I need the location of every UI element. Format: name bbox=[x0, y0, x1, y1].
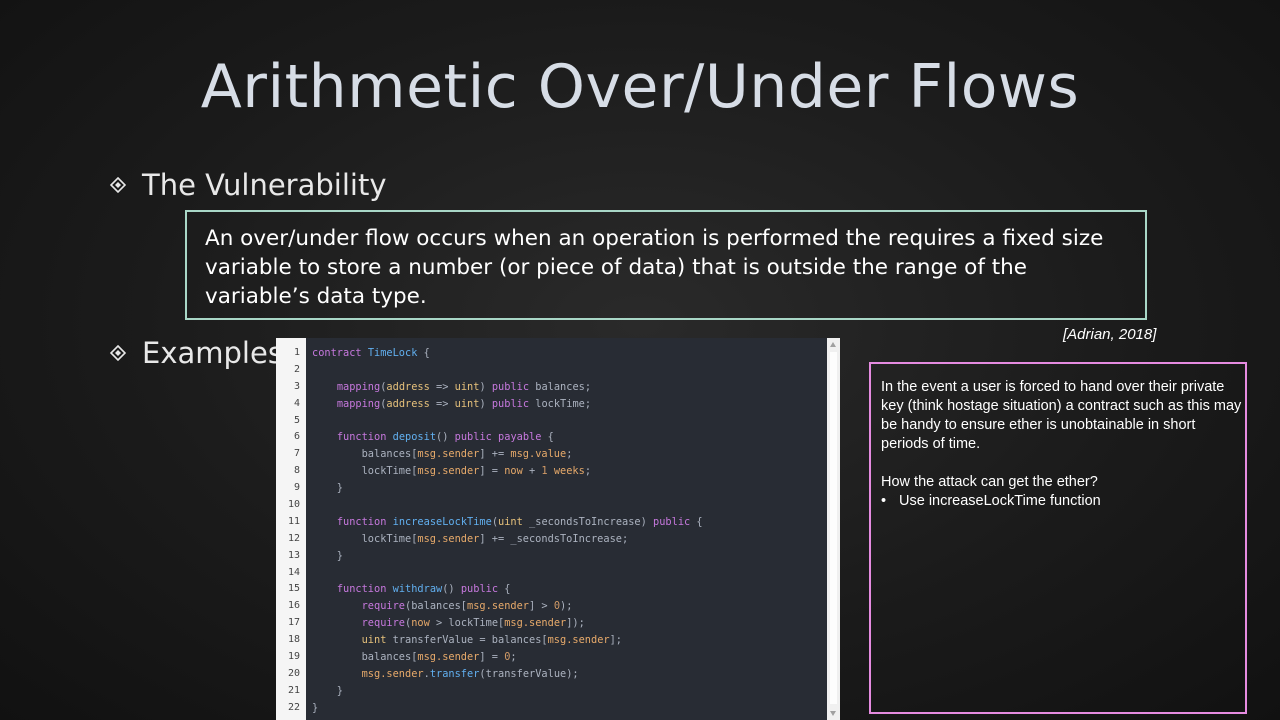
note-question: How the attack can get the ether? bbox=[881, 474, 1098, 490]
code-line: uint transferValue = balances[msg.sender… bbox=[361, 634, 623, 647]
code-line: lockTime[msg.sender] = now + 1 weeks; bbox=[312, 465, 592, 478]
line-number: 19 bbox=[287, 651, 300, 663]
note-list-item: Use increaseLockTime function bbox=[899, 492, 1245, 511]
code-line: } bbox=[312, 684, 343, 697]
code-line: } bbox=[312, 549, 343, 562]
code-line: function deposit() public payable { bbox=[336, 431, 554, 444]
code-line: function withdraw() public { bbox=[336, 583, 511, 596]
scroll-up-arrow-icon[interactable] bbox=[830, 342, 836, 347]
code-line: msg.sender.transfer(transferValue); bbox=[361, 667, 579, 680]
line-number: 14 bbox=[287, 566, 300, 578]
slide-title: Arithmetic Over/Under Flows bbox=[200, 52, 1080, 122]
code-line: require(now > lockTime[msg.sender]); bbox=[361, 617, 585, 630]
line-number: 17 bbox=[287, 617, 300, 629]
note-box: In the event a user is forced to hand ov… bbox=[869, 362, 1247, 714]
code-editor: 1 2 3 4 5 6 7 8 9 10 11 12 13 14 15 16 17 18 19 20 21 22 cont… bbox=[276, 338, 827, 720]
line-number: 15 bbox=[287, 583, 300, 595]
line-number: 20 bbox=[287, 667, 300, 679]
line-number: 3 bbox=[293, 380, 300, 392]
code-line: mapping(address => uint) public lockTime… bbox=[336, 397, 592, 410]
code-line: balances[msg.sender] = 0; bbox=[312, 651, 517, 664]
code-panel: 1 2 3 4 5 6 7 8 9 10 11 12 13 14 15 16 17 18 19 20 21 22 cont… bbox=[276, 338, 840, 720]
line-number: 10 bbox=[287, 499, 300, 511]
diamond-bullet-icon bbox=[110, 345, 126, 361]
code-line: balances[msg.sender] += msg.value; bbox=[312, 448, 573, 461]
definition-box: An over/under flow occurs when an operat… bbox=[185, 210, 1147, 320]
diamond-bullet-icon bbox=[110, 177, 126, 193]
code-line: require(balances[msg.sender] > 0); bbox=[361, 600, 573, 613]
line-number: 2 bbox=[293, 363, 300, 375]
code-line: contract TimeLock { bbox=[312, 347, 430, 359]
line-number: 1 bbox=[293, 347, 300, 358]
line-number: 22 bbox=[287, 701, 300, 713]
bullet-text: Examples bbox=[142, 336, 283, 370]
line-number: 5 bbox=[293, 414, 300, 426]
line-number: 8 bbox=[293, 465, 300, 477]
line-number: 13 bbox=[287, 549, 300, 561]
line-number: 4 bbox=[293, 397, 300, 409]
citation: [Adrian, 2018] bbox=[1063, 326, 1157, 343]
line-number: 12 bbox=[287, 532, 300, 544]
code-line: } bbox=[312, 482, 343, 495]
line-number: 11 bbox=[287, 515, 300, 527]
note-list: Use increaseLockTime function bbox=[881, 492, 1245, 511]
line-number: 18 bbox=[287, 634, 300, 646]
code-line: } bbox=[312, 701, 319, 714]
line-number: 9 bbox=[293, 482, 300, 494]
line-number: 21 bbox=[287, 684, 300, 696]
vertical-scrollbar[interactable] bbox=[827, 338, 840, 720]
line-number: 16 bbox=[287, 600, 300, 612]
code-line: lockTime[msg.sender] += _secondsToIncrea… bbox=[312, 532, 629, 545]
line-number-gutter: 1 2 3 4 5 6 7 8 9 10 11 12 13 14 15 16 17 18 19 20 21 22 bbox=[276, 338, 306, 720]
scroll-down-arrow-icon[interactable] bbox=[830, 711, 836, 716]
line-number: 7 bbox=[293, 448, 300, 460]
bullet-vulnerability: The Vulnerability bbox=[110, 168, 387, 202]
code-line: function increaseLockTime(uint _secondsT… bbox=[336, 515, 703, 528]
code-line: mapping(address => uint) public balances… bbox=[336, 380, 592, 393]
line-number: 6 bbox=[293, 431, 300, 443]
note-paragraph: In the event a user is forced to hand ov… bbox=[881, 379, 1242, 452]
bullet-examples: Examples bbox=[110, 336, 283, 370]
bullet-text: The Vulnerability bbox=[142, 168, 387, 202]
scrollbar-thumb[interactable] bbox=[830, 352, 837, 704]
code-lines: contract TimeLock { mapping(address => u… bbox=[306, 338, 703, 720]
